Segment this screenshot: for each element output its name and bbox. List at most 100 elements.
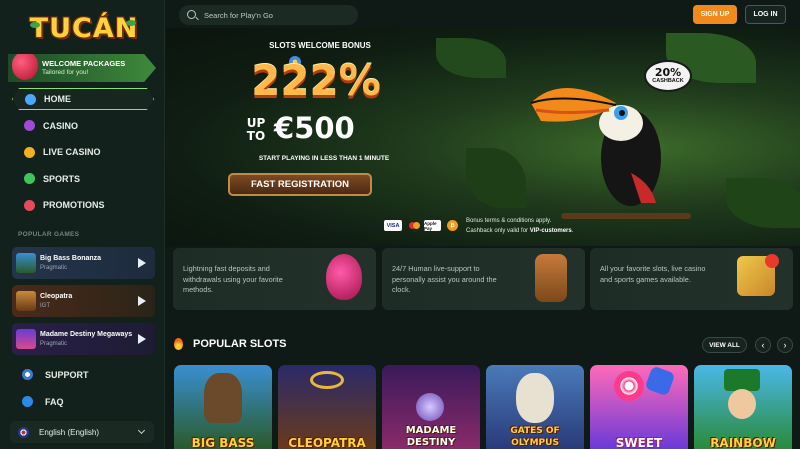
leprechaun-face — [728, 389, 756, 419]
slot-title: BIG BASS — [191, 436, 255, 449]
terms-line-2: Cashback only valid for VIP-customers. — [466, 226, 573, 236]
support-link[interactable]: SUPPORT — [22, 369, 89, 380]
nav-item-label: HOME — [44, 94, 71, 104]
terms-prefix: Cashback only valid for — [466, 228, 530, 234]
slot-title: SWEET — [615, 436, 663, 449]
hero-banner[interactable]: SLOTS WELCOME BONUS 222% UP TO €500 STAR… — [166, 28, 800, 246]
vip-customers-text: VIP-customers — [529, 228, 572, 234]
play-icon[interactable] — [138, 258, 146, 268]
nav-item-home[interactable]: HOME — [12, 88, 154, 110]
game-thumbnail — [16, 291, 36, 311]
game-provider: Pragmatic — [40, 265, 68, 271]
nav-item-label: PROMOTIONS — [43, 200, 105, 210]
eye-of-horus-icon — [310, 371, 344, 389]
nav-item-live-casino[interactable]: LIVE CASINO — [12, 141, 154, 163]
next-arrow-button[interactable]: › — [777, 337, 793, 353]
sidebar-game-item[interactable]: Big Bass Bonanza Pragmatic — [12, 247, 155, 279]
sidebar-game-item[interactable]: Madame Destiny Megaways Pragmatic — [12, 323, 155, 355]
feature-card-deposits: Lightning fast deposits and withdrawals … — [173, 248, 376, 310]
game-thumbnail — [16, 253, 36, 273]
language-label: English (English) — [39, 427, 100, 437]
welcome-packages-banner[interactable]: WELCOME PACKAGES Tailored for you! — [8, 54, 156, 82]
slot-title: CLEOPATRA — [288, 436, 366, 449]
fire-icon — [174, 338, 183, 350]
support-icon — [22, 369, 33, 380]
leaf-icon — [126, 20, 136, 26]
play-icon[interactable] — [138, 296, 146, 306]
main-nav: HOME CASINO LIVE CASINO SPORTS PROMOTION… — [12, 88, 154, 221]
visa-icon: VISA — [384, 220, 402, 231]
mastercard-circle — [412, 222, 420, 229]
slot-tile[interactable]: SWEET — [590, 365, 688, 449]
promo-upto: UP TO — [246, 116, 266, 143]
nav-item-sports[interactable]: SPORTS — [12, 168, 154, 190]
terms-text: Bonus terms & conditions apply. Cashback… — [466, 216, 573, 236]
search-placeholder: Search for Play'n Go — [204, 10, 273, 20]
prev-arrow-button[interactable]: ‹ — [755, 337, 771, 353]
zeus-character — [516, 373, 554, 423]
leprechaun-character — [724, 369, 760, 391]
fisherman-character — [204, 373, 242, 423]
nav-item-label: CASINO — [43, 120, 79, 131]
leaf-icon — [30, 22, 40, 28]
faq-label: FAQ — [45, 396, 64, 407]
game-name: Big Bass Bonanza — [40, 255, 102, 262]
lollipop-icon — [614, 371, 644, 401]
brand-logo[interactable]: TUCÁN — [28, 10, 140, 46]
mastercard-icon — [407, 220, 421, 231]
egg-icon — [25, 93, 36, 105]
game-provider: IGT — [40, 303, 50, 309]
nav-item-casino[interactable]: CASINO — [12, 115, 154, 137]
search-input[interactable]: Search for Play'n Go — [179, 5, 358, 25]
uk-flag-icon — [18, 426, 29, 438]
language-select[interactable]: English (English) — [10, 421, 154, 443]
bitcoin-icon: ₿ — [447, 220, 458, 231]
play-icon[interactable] — [138, 334, 146, 344]
view-all-button[interactable]: VIEW ALL — [702, 337, 747, 353]
login-button[interactable]: LOG IN — [745, 5, 786, 24]
slot-tile[interactable]: RAINBOW — [694, 365, 792, 449]
jungle-leaf — [466, 148, 526, 208]
slot-tile[interactable]: MADAME DESTINY — [382, 365, 480, 449]
popular-games-label: POPULAR GAMES — [18, 231, 80, 238]
terms-suffix: . — [571, 228, 574, 234]
slot-title: MADAME DESTINY — [405, 425, 457, 448]
game-name: Madame Destiny Megaways — [40, 331, 133, 338]
nav-item-label: LIVE CASINO — [43, 147, 101, 157]
game-thumbnail — [16, 329, 36, 349]
sidebar: TUCÁN WELCOME PACKAGES Tailored for you!… — [0, 0, 165, 449]
cashback-badge: 20% CASHBACK — [644, 60, 692, 92]
cashback-word: CASHBACK — [652, 78, 684, 84]
ball-icon — [24, 173, 35, 184]
promo-subtitle: START PLAYING IN LESS THAN 1 MINUTE — [258, 155, 390, 162]
candy-icon — [644, 365, 676, 397]
slot-tile[interactable]: BIG BASS — [174, 365, 272, 449]
slot-title: GATES OF OLYMPUS — [510, 426, 560, 448]
popular-slots-title: POPULAR SLOTS — [193, 338, 287, 350]
signup-button[interactable]: SIGN UP — [693, 5, 737, 24]
page: TUCÁN WELCOME PACKAGES Tailored for you!… — [0, 0, 800, 449]
faq-icon — [22, 396, 33, 407]
promo-title: SLOTS WELCOME BONUS — [269, 41, 371, 50]
fast-registration-button[interactable]: FAST REGISTRATION — [228, 173, 372, 196]
faq-link[interactable]: FAQ — [22, 396, 64, 407]
search-icon — [187, 10, 196, 19]
promo-amount: €500 — [274, 111, 355, 145]
game-provider: Pragmatic — [40, 341, 68, 347]
grapes-icon — [24, 120, 35, 131]
flower-icon — [765, 254, 779, 268]
backpack-icon — [535, 254, 567, 302]
nav-item-label: SPORTS — [43, 173, 81, 184]
nav-item-promotions[interactable]: PROMOTIONS — [12, 194, 154, 216]
support-label: SUPPORT — [45, 369, 89, 380]
slot-title: RAINBOW — [710, 436, 776, 449]
dragon-fruit-icon — [326, 254, 362, 300]
game-name: Cleopatra — [40, 293, 73, 300]
chevron-down-icon — [137, 426, 146, 435]
sidebar-game-item[interactable]: Cleopatra IGT — [12, 285, 155, 317]
watermelon-icon — [24, 199, 35, 211]
slot-tile[interactable]: GATES OF OLYMPUS — [486, 365, 584, 449]
feature-card-support: 24/7 Human live-support to personally as… — [382, 248, 585, 310]
slot-tile[interactable]: CLEOPATRA — [278, 365, 376, 449]
jungle-leaf — [726, 178, 800, 228]
